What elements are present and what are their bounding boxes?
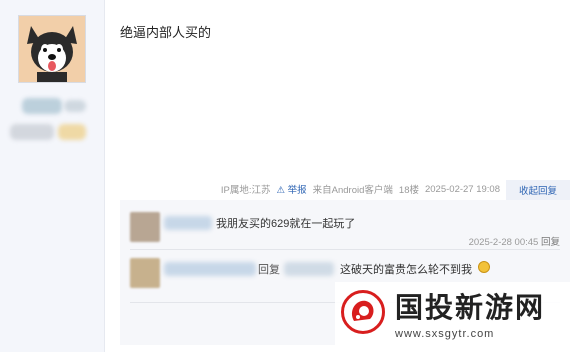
reply-text: 我朋友买的629就在一起玩了 [216, 218, 356, 230]
watermark: 国投新游网 www.sxsgytr.com [335, 282, 580, 350]
reply-button[interactable]: 回复 [541, 237, 560, 248]
client-source: 来自Android客户端 [312, 185, 393, 196]
reply-text: 这破天的富贵怎么轮不到我 [340, 264, 472, 276]
fold-reply-button[interactable]: 收起回复 [506, 180, 570, 200]
reply-word: 回复 [258, 264, 280, 276]
blurred-badges [10, 96, 94, 146]
floor-number: 18楼 [398, 185, 419, 196]
reply-meta: 2025-2-28 00:45 回复 [469, 234, 560, 248]
reply-username[interactable] [164, 216, 212, 230]
post-content: 绝逼内部人买的 [120, 25, 212, 40]
reply-time: 2025-2-28 00:45 [468, 237, 539, 248]
post-meta: IP属地:江苏 ⚠ 举报 来自Android客户端 18楼 2025-02-27… [0, 181, 500, 197]
warning-icon: ⚠ [276, 185, 285, 196]
report-link[interactable]: ⚠ 举报 [276, 182, 306, 196]
reply-avatar[interactable] [130, 212, 160, 242]
author-sidebar [0, 0, 105, 352]
watermark-logo-icon [341, 290, 385, 334]
reply-avatar[interactable] [130, 258, 160, 288]
reply-target-username[interactable] [284, 262, 334, 276]
watermark-url: www.sxsgytr.com [395, 328, 495, 340]
post-time: 2025-02-27 19:08 [424, 183, 500, 195]
divider [130, 249, 560, 250]
reply-username[interactable] [164, 262, 256, 276]
ip-location: IP属地:江苏 [220, 185, 271, 196]
avatar[interactable] [18, 15, 86, 83]
emoji-icon [478, 261, 490, 273]
husky-avatar-icon [19, 16, 85, 82]
watermark-title: 国投新游网 [395, 292, 546, 323]
